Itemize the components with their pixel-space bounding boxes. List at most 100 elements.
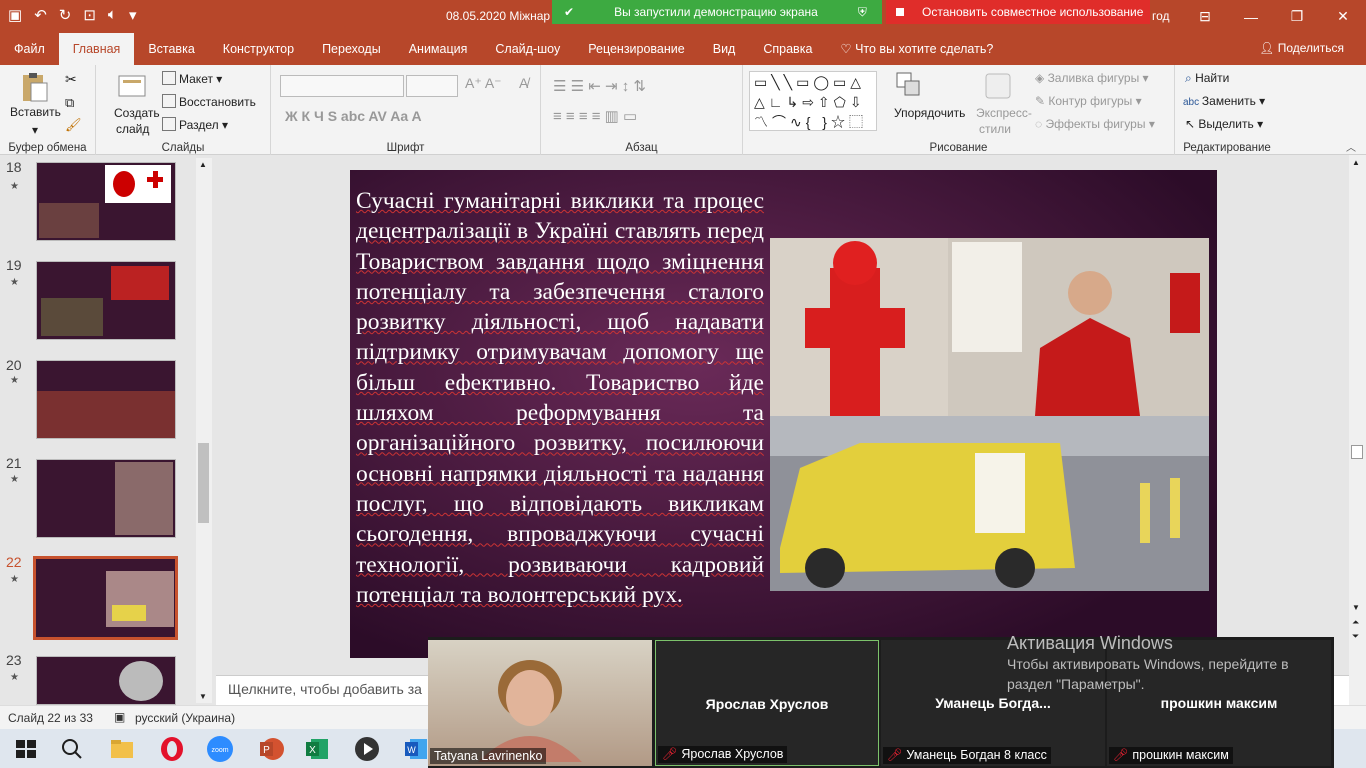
speaker-icon[interactable]: 🔈︎ (108, 6, 117, 24)
tab-transitions[interactable]: Переходы (308, 33, 395, 65)
new-slide-icon[interactable] (116, 71, 148, 103)
participant-video (478, 660, 582, 762)
video-tile[interactable]: Уманець Богда... 🎤︎ Уманець Богдан 8 кла… (881, 640, 1105, 766)
alignment-buttons[interactable]: ≡ ≡ ≡ ≡ ▥ ▭ (553, 107, 637, 125)
scroll-up-icon[interactable]: ▲ (199, 160, 207, 169)
thumbnails-scrollbar[interactable]: ▲ ▼ (196, 158, 212, 703)
slide-thumbnail-20[interactable] (36, 360, 176, 439)
opera-icon[interactable] (158, 735, 186, 763)
section-button[interactable]: Раздел ▾ (162, 117, 228, 132)
font-grow-icon[interactable]: A⁺ A⁻ (465, 75, 502, 92)
outline-icon: ✎ (1035, 94, 1049, 108)
list-buttons[interactable]: ☰ ☰ ⇤ ⇥ ↕ ⇅ (553, 77, 646, 95)
scroll-thumb[interactable] (198, 443, 209, 523)
language-indicator[interactable]: русский (Украина) (135, 711, 235, 725)
search-icon[interactable] (58, 735, 86, 763)
participant-big-name: Ярослав Хруслов (705, 696, 829, 712)
scroll-down-icon[interactable]: ▼ (199, 692, 207, 701)
stop-share-button[interactable]: Остановить совместное использование (886, 0, 1150, 24)
layout-button[interactable]: Макет ▾ (162, 71, 222, 86)
lightbulb-icon: ♡ (840, 42, 856, 56)
paste-dropdown-icon[interactable]: ▾ (32, 123, 38, 137)
quick-styles-icon[interactable] (983, 71, 1013, 104)
restore-button[interactable]: ❐ (1274, 0, 1320, 33)
tab-view[interactable]: Вид (699, 33, 750, 65)
shape-effects-button[interactable]: ◌ Эффекты фигуры ▾ (1035, 117, 1155, 131)
new-slide-label[interactable]: слайд (116, 122, 149, 136)
slide-body-text[interactable]: Сучасні гуманітарні виклики та процес де… (356, 186, 764, 610)
tab-home[interactable]: Главная (58, 33, 135, 65)
select-button[interactable]: ↖ Выделить ▾ (1185, 117, 1263, 131)
thumb-photo (39, 203, 99, 238)
shape-fill-button[interactable]: ◈ Заливка фигуры ▾ (1035, 71, 1149, 85)
reset-button[interactable]: Восстановить (162, 94, 256, 109)
thumb-van (112, 605, 146, 621)
previous-slide-icon[interactable]: ⏶ (1352, 617, 1359, 628)
collapse-ribbon-icon[interactable]: ︿ (1346, 139, 1356, 154)
tab-design[interactable]: Конструктор (209, 33, 308, 65)
tell-me-search[interactable]: ♡ Что вы хотите сделать? (826, 33, 1007, 65)
next-slide-icon[interactable]: ⏷ (1352, 631, 1359, 642)
paste-icon[interactable] (18, 71, 50, 103)
slide-thumbnail-19[interactable] (36, 261, 176, 340)
tab-animations[interactable]: Анимация (395, 33, 482, 65)
slide-thumbnail-22[interactable] (33, 556, 178, 640)
replace-button[interactable]: abc Заменить ▾ (1183, 94, 1265, 108)
slide-thumbnail-18[interactable] (36, 162, 176, 241)
presentation-icon[interactable]: ⊡ (83, 6, 96, 24)
shapes-gallery[interactable]: ▭╲╲▭◯▭△ △∟↳⇨⇧⬠⇩ 〽⌒∿{ }☆⬚ (749, 71, 877, 131)
current-slide[interactable]: Сучасні гуманітарні виклики та процес де… (350, 170, 1217, 658)
tab-review[interactable]: Рецензирование (574, 33, 699, 65)
shape-fill-label: Заливка фигуры (1047, 71, 1140, 85)
arrange-button[interactable]: Упорядочить (894, 106, 965, 120)
tell-me-label: Что вы хотите сделать? (855, 42, 994, 56)
clear-format-icon[interactable]: A̸ (519, 75, 528, 91)
close-button[interactable]: ✕ (1320, 0, 1366, 33)
video-tile-self[interactable]: Tatyana Lavrinenko (428, 640, 652, 766)
minimize-button[interactable]: — (1228, 0, 1274, 33)
tab-insert[interactable]: Вставка (134, 33, 208, 65)
redo-icon[interactable]: ↻ (59, 6, 72, 24)
group-drawing: ▭╲╲▭◯▭△ △∟↳⇨⇧⬠⇩ 〽⌒∿{ }☆⬚ Упорядочить Экспр… (743, 65, 1175, 155)
cut-icon[interactable]: ✂ (65, 71, 77, 88)
quick-styles-label[interactable]: стили (979, 122, 1011, 136)
muted-mic-icon: 🎤︎ (662, 747, 682, 761)
undo-icon[interactable]: ↶ (34, 6, 47, 24)
excel-icon[interactable]: X (303, 735, 331, 763)
spellcheck-icon[interactable]: ▣ (114, 710, 125, 724)
tab-help[interactable]: Справка (749, 33, 826, 65)
font-style-buttons[interactable]: Ж К Ч S abc AV Aa A (285, 108, 422, 124)
new-slide-button[interactable]: Создать (114, 106, 160, 120)
customize-qat-icon[interactable]: ▾ (129, 6, 137, 24)
scroll-up-icon[interactable]: ▲ (1352, 158, 1360, 167)
save-icon[interactable]: ▣ (8, 6, 22, 24)
copy-icon[interactable]: ⧉ (65, 95, 74, 111)
pin-icon: ✔ (564, 5, 575, 19)
find-button[interactable]: ⌕ Найти (1185, 71, 1229, 86)
tab-file[interactable]: Файл (0, 33, 59, 65)
tab-slideshow[interactable]: Слайд-шоу (481, 33, 574, 65)
video-tile-active-speaker[interactable]: Ярослав Хруслов 🎤︎ Ярослав Хруслов (655, 640, 879, 766)
windows-start-icon[interactable] (12, 735, 40, 763)
share-button[interactable]: 👤︎ Поделиться (1259, 41, 1344, 55)
word-icon[interactable]: W (402, 735, 430, 763)
arrange-icon[interactable] (895, 71, 923, 104)
quick-styles-button[interactable]: Экспресс- (976, 106, 1032, 120)
scroll-down-icon[interactable]: ▼ (1352, 603, 1360, 612)
zoom-app-icon[interactable]: zoom (206, 735, 234, 763)
shape-outline-button[interactable]: ✎ Контур фигуры ▾ (1035, 94, 1142, 108)
ribbon-display-icon[interactable]: ⊟ (1182, 0, 1228, 33)
slide-thumbnail-23[interactable] (36, 656, 176, 705)
media-player-icon[interactable] (353, 735, 381, 763)
editor-scrollbar[interactable]: ▲ ▼ ⏶ ⏷ (1349, 155, 1366, 705)
scroll-thumb[interactable] (1351, 445, 1363, 459)
slide-photo-collage[interactable] (770, 238, 1209, 591)
font-name-dropdown[interactable] (280, 75, 404, 97)
font-size-dropdown[interactable] (406, 75, 458, 97)
video-tile[interactable]: прошкин максим 🎤︎ прошкин максим (1107, 640, 1331, 766)
slide-thumbnail-21[interactable] (36, 459, 176, 538)
powerpoint-icon[interactable]: P (257, 735, 285, 763)
file-explorer-icon[interactable] (108, 735, 136, 763)
paste-button[interactable]: Вставить (10, 105, 61, 119)
format-painter-icon[interactable]: 🖌︎ (65, 117, 82, 133)
